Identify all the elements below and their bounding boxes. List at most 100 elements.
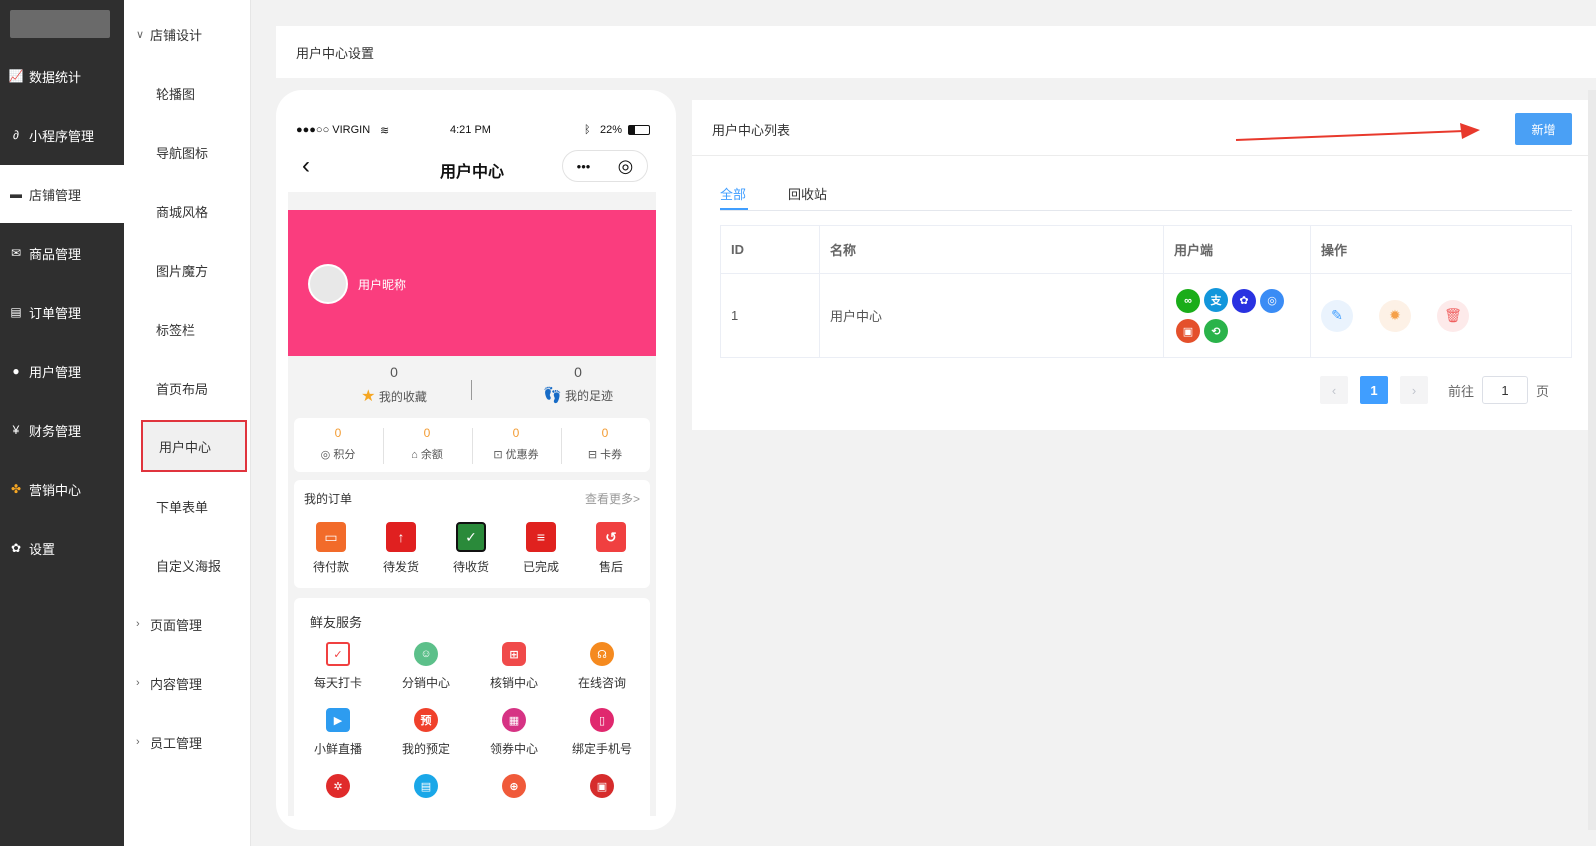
sidebar-item-goods[interactable]: ✉ 商品管理 xyxy=(0,224,124,282)
delete-icon[interactable]: 🗑 xyxy=(1437,299,1469,332)
phone-navbar: ‹ 用户中心 ••• ◎ xyxy=(288,146,656,192)
sidebar-item-label: 店铺管理 xyxy=(29,187,82,203)
submenu-item-image-cube[interactable]: 图片魔方 xyxy=(140,246,244,294)
person-icon: ● xyxy=(12,364,20,378)
group-label: 页面管理 xyxy=(150,617,203,633)
stat-cards[interactable]: 0 ⊟ 卡券 xyxy=(561,426,649,462)
next-page-button[interactable]: › xyxy=(1400,376,1428,404)
sidebar-item-finance[interactable]: ¥ 财务管理 xyxy=(0,401,124,459)
service-reservation[interactable]: 预我的预定 xyxy=(382,708,470,757)
sidebar-item-stats[interactable]: 📈 数据统计 xyxy=(0,47,124,105)
link-icon: ∂ xyxy=(13,128,19,142)
service-coupon-center[interactable]: ▦ 领券中心 xyxy=(470,708,558,757)
user-share-icon: ☺ xyxy=(414,642,438,666)
user-center-list-panel: 用户中心列表 新增 全部 回收站 ID 名称 用户端 操作 1 用户中心 ∞ 支 ✿ xyxy=(692,100,1596,430)
order-pending-shipment[interactable]: ↑ 待发货 xyxy=(366,522,436,575)
footprints-item[interactable]: 0 👣 我的足迹 xyxy=(518,364,638,404)
orders-more-link[interactable]: 查看更多> xyxy=(585,490,640,507)
service-extra-1[interactable]: ✲ xyxy=(294,774,382,798)
service-consult[interactable]: ☊ 在线咨询 xyxy=(558,642,646,691)
scan-icon: ⊞ xyxy=(502,642,526,666)
service-checkin[interactable]: ✓ 每天打卡 xyxy=(294,642,382,691)
submenu-group-store-design[interactable]: ∨ 店铺设计 xyxy=(136,22,202,46)
sidebar-item-label: 小程序管理 xyxy=(29,128,95,144)
sidebar-item-orders[interactable]: ▤ 订单管理 xyxy=(0,283,124,341)
goto-page-input[interactable] xyxy=(1482,376,1529,404)
submenu-item-mall-style[interactable]: 商城风格 xyxy=(140,187,244,235)
submenu-item-carousel[interactable]: 轮播图 xyxy=(140,69,244,117)
stat-value: 0 xyxy=(423,426,431,440)
time-text: 4:21 PM xyxy=(450,124,491,136)
submenu-item-nav-icons[interactable]: 导航图标 xyxy=(140,128,244,176)
sidebar-item-label: 财务管理 xyxy=(29,423,82,439)
submenu-item-poster[interactable]: 自定义海报 xyxy=(140,541,244,589)
sidebar-item-settings[interactable]: ✿ 设置 xyxy=(0,519,124,577)
document-icon: ▤ xyxy=(10,305,22,319)
add-button[interactable]: 新增 xyxy=(1515,113,1572,145)
sidebar-item-store[interactable]: ▬ 店铺管理 xyxy=(0,165,124,223)
prev-page-button[interactable]: ‹ xyxy=(1320,376,1348,404)
settings-icon[interactable]: ✹ xyxy=(1379,299,1411,332)
service-bind-phone[interactable]: ▯ 绑定手机号 xyxy=(558,708,646,757)
service-verify[interactable]: ⊞ 核销中心 xyxy=(470,642,558,691)
tab-recycle-bin[interactable]: 回收站 xyxy=(788,184,827,203)
service-extra-2[interactable]: ▤ xyxy=(382,774,470,798)
return-icon: ↺ xyxy=(596,522,626,552)
order-pending-receipt[interactable]: ✓ 待收货 xyxy=(436,522,506,575)
capsule-menu[interactable]: ••• ◎ xyxy=(562,150,648,182)
stat-label: 积分 xyxy=(333,449,356,461)
gift-card-icon: ▤ xyxy=(414,774,438,798)
sidebar: 📈 数据统计 ∂ 小程序管理 ▬ 店铺管理 ✉ 商品管理 ▤ 订单管理 ● 用户管理 ¥ 财务… xyxy=(0,0,124,846)
service-label: 小鲜直播 xyxy=(313,742,362,756)
sidebar-item-miniprogram[interactable]: ∂ 小程序管理 xyxy=(0,106,124,164)
camera-icon: ▶ xyxy=(326,708,350,732)
order-label: 售后 xyxy=(598,560,623,574)
service-extra-4[interactable]: ▣ xyxy=(558,774,646,798)
order-pending-payment[interactable]: ▭ 待付款 xyxy=(296,522,366,575)
favorites-item[interactable]: 0 ★ 我的收藏 xyxy=(334,364,454,406)
service-label: 我的预定 xyxy=(401,742,450,756)
cell-actions: ✎ ✹ 🗑 xyxy=(1310,273,1572,358)
mail-icon: ✉ xyxy=(10,246,22,260)
divider xyxy=(471,380,472,400)
target-icon[interactable]: ◎ xyxy=(618,156,634,177)
ticket-icon: ⊡ xyxy=(493,449,503,461)
footprints-label: 我的足迹 xyxy=(565,389,614,403)
sidebar-item-marketing[interactable]: ✤ 营销中心 xyxy=(0,460,124,518)
service-label: 分销中心 xyxy=(401,676,450,690)
goto-label: 前往 xyxy=(1448,383,1475,399)
sidebar-item-users[interactable]: ● 用户管理 xyxy=(0,342,124,400)
stat-label: 余额 xyxy=(420,449,443,461)
chevron-right-icon: › xyxy=(136,736,140,748)
avatar[interactable] xyxy=(308,264,348,304)
service-distribution[interactable]: ☺ 分销中心 xyxy=(382,642,470,691)
submenu-group-content[interactable]: › 内容管理 xyxy=(136,671,202,695)
edit-icon[interactable]: ✎ xyxy=(1321,299,1353,332)
order-after-sale[interactable]: ↺ 售后 xyxy=(576,522,646,575)
cell-name: 用户中心 xyxy=(819,273,1164,358)
service-extra-3[interactable]: ⊕ xyxy=(470,774,558,798)
more-dots-icon[interactable]: ••• xyxy=(577,159,591,174)
wheel-icon: ✲ xyxy=(326,774,350,798)
page-suffix: 页 xyxy=(1536,383,1550,399)
page-scrollbar[interactable] xyxy=(1588,90,1596,830)
service-live[interactable]: ▶ 小鲜直播 xyxy=(294,708,382,757)
submenu-group-staff[interactable]: › 员工管理 xyxy=(136,730,202,754)
submenu-group-page[interactable]: › 页面管理 xyxy=(136,612,202,636)
stat-coupons[interactable]: 0 ⊡ 优惠券 xyxy=(472,426,560,462)
page-button-current[interactable]: 1 xyxy=(1360,376,1388,404)
tab-all[interactable]: 全部 xyxy=(720,184,746,203)
service-label: 每天打卡 xyxy=(313,676,362,690)
submenu-item-home-layout[interactable]: 首页布局 xyxy=(140,364,244,412)
stat-points[interactable]: 0 ◎ 积分 xyxy=(294,426,382,462)
user-center-table: ID 名称 用户端 操作 1 用户中心 ∞ 支 ✿ ◎ ▣ ⟲ ✎ ✹ 🗑 xyxy=(720,225,1572,358)
h5-icon: ⟲ xyxy=(1204,319,1228,343)
gift-icon: ⊕ xyxy=(502,774,526,798)
submenu-item-user-center[interactable]: 用户中心 xyxy=(141,420,247,472)
submenu-item-tabbar[interactable]: 标签栏 xyxy=(140,305,244,353)
submenu-item-order-form[interactable]: 下单表单 xyxy=(140,482,244,530)
services-title: 鲜友服务 xyxy=(310,615,363,630)
order-completed[interactable]: ≡ 已完成 xyxy=(506,522,576,575)
chevron-down-icon: ∨ xyxy=(136,28,145,41)
stat-balance[interactable]: 0 ⌂ 余额 xyxy=(383,426,471,462)
